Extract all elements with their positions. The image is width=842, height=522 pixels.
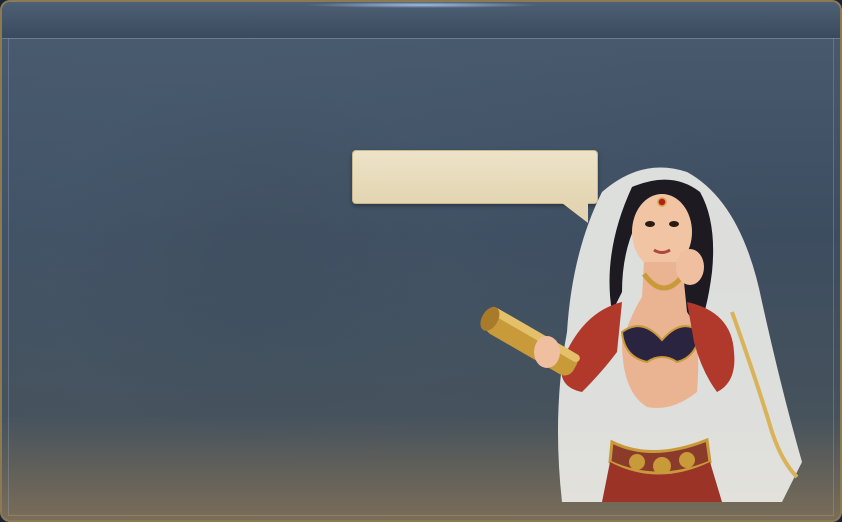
- panel-header-bar: [2, 2, 840, 39]
- header-glow: [302, 2, 542, 8]
- background-haze: [42, 72, 462, 452]
- dialog-panel: [0, 0, 842, 522]
- advisor-portrait-icon: [480, 167, 802, 502]
